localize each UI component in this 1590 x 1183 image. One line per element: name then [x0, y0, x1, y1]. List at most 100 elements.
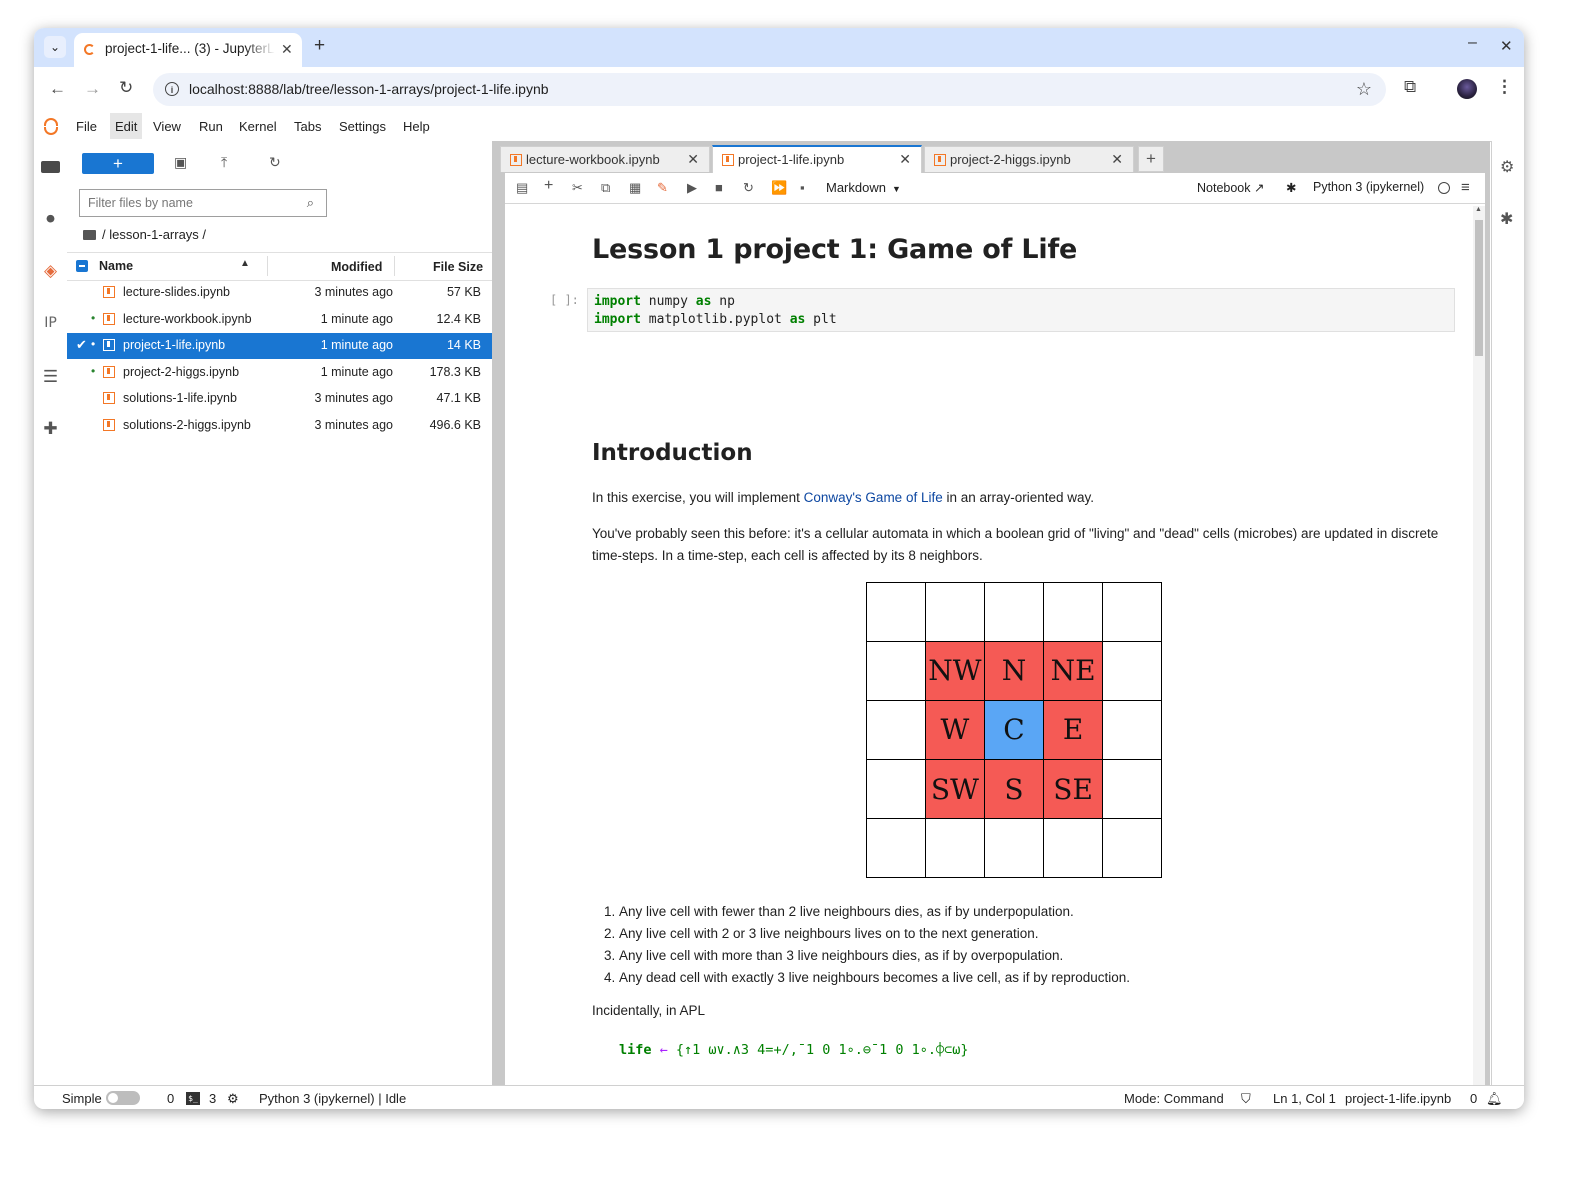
cut-icon[interactable]: ✂	[572, 180, 583, 196]
file-row[interactable]: • lecture-workbook.ipynb 1 minute ago 12.4 …	[67, 307, 492, 333]
menu-icon[interactable]: ≡	[1461, 179, 1470, 196]
doc-tab-close-icon[interactable]: ✕	[899, 151, 911, 168]
breadcrumb-path[interactable]: / lesson-1-arrays /	[102, 227, 206, 242]
panel-splitter[interactable]	[492, 141, 500, 1093]
table-of-contents-icon[interactable]: ☰	[41, 367, 60, 386]
upload-icon[interactable]: ⤒	[221, 154, 227, 171]
column-modified[interactable]: Modified	[331, 260, 382, 274]
file-row[interactable]: ✔ • project-1-life.ipynb 1 minute ago 14 KB	[67, 333, 492, 360]
render-markdown-icon[interactable]: ✎	[657, 180, 668, 196]
kernel-name[interactable]: Python 3 (ipykernel)	[1313, 180, 1424, 194]
running-kernels-count[interactable]: 3	[209, 1091, 216, 1106]
doc-tab-lecture-workbook[interactable]: lecture-workbook.ipynb ✕	[500, 146, 710, 172]
file-browser-folder-icon[interactable]	[41, 161, 60, 173]
checkmark-icon[interactable]: ✔	[76, 337, 87, 353]
file-row[interactable]: solutions-1-life.ipynb 3 minutes ago 47.1 …	[67, 386, 492, 412]
browser-menu-icon[interactable]: ⋮	[1496, 77, 1513, 97]
new-tab-button[interactable]: +	[314, 36, 325, 56]
menu-file[interactable]: File	[76, 119, 97, 134]
running-terminals-count[interactable]: 0	[167, 1091, 174, 1106]
extensions-puzzle-icon[interactable]: ⧉	[1404, 77, 1416, 97]
menu-view[interactable]: View	[153, 119, 181, 134]
file-name[interactable]: lecture-slides.ipynb	[123, 285, 230, 299]
save-icon[interactable]: ▤	[516, 180, 528, 196]
restart-kernel-icon[interactable]: ↻	[743, 180, 754, 196]
bell-icon[interactable]: 🔔︎	[1486, 1091, 1503, 1107]
menu-kernel[interactable]: Kernel	[239, 119, 277, 134]
column-file-size[interactable]: File Size	[433, 260, 483, 274]
folder-icon[interactable]	[83, 230, 96, 240]
shield-icon[interactable]: ⛉	[1241, 1091, 1251, 1107]
extension-manager-cube-icon[interactable]: ◈	[41, 261, 60, 280]
paste-icon[interactable]: ▦	[629, 180, 641, 196]
back-arrow-icon[interactable]: ←	[49, 79, 66, 99]
forward-arrow-icon[interactable]: →	[84, 79, 101, 99]
sort-ascending-icon[interactable]: ▲	[240, 258, 250, 269]
menu-run[interactable]: Run	[199, 119, 223, 134]
browser-tab[interactable]: project-1-life... (3) - JupyterLab ✕	[74, 33, 302, 67]
notification-count[interactable]: 0	[1470, 1091, 1477, 1106]
cursor-position[interactable]: Ln 1, Col 1	[1273, 1091, 1336, 1106]
browser-window: ⌄ project-1-life... (3) - JupyterLab ✕ +…	[34, 28, 1524, 1109]
run-all-icon[interactable]: ⏩	[771, 180, 787, 196]
select-all-checkbox[interactable]	[76, 260, 88, 272]
new-folder-icon[interactable]: ▣	[174, 154, 187, 171]
debugger-bug-icon[interactable]: ✱	[1286, 180, 1296, 195]
file-row[interactable]: lecture-slides.ipynb 3 minutes ago 57 KB	[67, 280, 492, 306]
simple-mode-toggle[interactable]	[106, 1091, 140, 1105]
terminal-icon[interactable]: $_	[186, 1092, 200, 1105]
conways-game-of-life-link[interactable]: Conway's Game of Life	[804, 490, 943, 505]
browser-tab-close-icon[interactable]: ✕	[281, 41, 293, 58]
file-name[interactable]: project-1-life.ipynb	[123, 338, 225, 352]
doc-tab-close-icon[interactable]: ✕	[1111, 151, 1123, 168]
menu-settings[interactable]: Settings	[339, 119, 386, 134]
copy-icon[interactable]: ⧉	[601, 180, 610, 196]
property-inspector-icon[interactable]: IP	[41, 314, 60, 333]
file-name[interactable]: project-2-higgs.ipynb	[123, 365, 239, 379]
profile-avatar[interactable]	[1457, 79, 1477, 99]
run-icon[interactable]: ▶	[687, 180, 697, 196]
insert-cell-icon[interactable]: +	[544, 177, 553, 195]
doc-tab-project-1-life[interactable]: project-1-life.ipynb ✕	[712, 145, 922, 173]
notebook-scrollbar[interactable]: ▲ ▼	[1473, 206, 1485, 1091]
url-text[interactable]: localhost:8888/lab/tree/lesson-1-arrays/…	[189, 81, 549, 97]
file-name[interactable]: solutions-2-higgs.ipynb	[123, 418, 251, 432]
doc-tab-project-2-higgs[interactable]: project-2-higgs.ipynb ✕	[924, 146, 1134, 172]
column-divider[interactable]	[267, 256, 268, 276]
file-row[interactable]: solutions-2-higgs.ipynb 3 minutes ago 496.…	[67, 413, 492, 439]
running-sessions-icon[interactable]: ⏺	[41, 209, 60, 228]
format-cell-icon[interactable]: ▪	[800, 180, 805, 195]
open-in-notebook-button[interactable]: Notebook ↗	[1197, 180, 1264, 195]
reload-icon[interactable]: ↻	[119, 78, 133, 98]
menu-edit[interactable]: Edit	[110, 113, 143, 139]
menu-tabs[interactable]: Tabs	[294, 119, 321, 134]
refresh-icon[interactable]: ↻	[269, 154, 281, 171]
minimize-button[interactable]: –	[1468, 34, 1477, 52]
doc-tab-close-icon[interactable]: ✕	[687, 151, 699, 168]
column-name[interactable]: Name	[99, 259, 133, 273]
site-info-icon[interactable]: i	[165, 82, 179, 96]
column-divider[interactable]	[394, 256, 395, 276]
stop-icon[interactable]: ■	[715, 180, 723, 195]
file-name[interactable]: lecture-workbook.ipynb	[123, 312, 252, 326]
cpu-chip-icon[interactable]: ⚙	[227, 1091, 239, 1107]
window-close-button[interactable]: ✕	[1500, 37, 1513, 55]
cell-type-dropdown[interactable]: Markdown ▼	[826, 180, 901, 195]
code-cell-editor[interactable]: import numpy as np import matplotlib.pyp…	[587, 288, 1455, 332]
menu-help[interactable]: Help	[403, 119, 430, 134]
filter-files-input[interactable]: Filter files by name ⌕	[79, 189, 327, 217]
address-bar[interactable]: i localhost:8888/lab/tree/lesson-1-array…	[153, 73, 1386, 106]
kernel-status[interactable]: Python 3 (ipykernel) | Idle	[259, 1091, 406, 1106]
breadcrumb[interactable]: / lesson-1-arrays /	[83, 227, 206, 242]
scrollbar-thumb[interactable]	[1475, 220, 1483, 356]
property-inspector-gears-icon[interactable]: ⚙	[1500, 157, 1514, 177]
file-row[interactable]: • project-2-higgs.ipynb 1 minute ago 178.3 …	[67, 360, 492, 386]
file-name[interactable]: solutions-1-life.ipynb	[123, 391, 237, 405]
tab-search-icon[interactable]: ⌄	[44, 36, 66, 58]
add-tab-button[interactable]: +	[1138, 146, 1164, 172]
debugger-bug-icon[interactable]: ✱	[1500, 209, 1513, 229]
puzzle-icon[interactable]: ✚	[41, 419, 60, 438]
scroll-up-icon[interactable]: ▲	[1475, 206, 1482, 213]
bookmark-star-icon[interactable]: ☆	[1356, 79, 1372, 100]
new-launcher-button[interactable]: +	[82, 153, 154, 174]
